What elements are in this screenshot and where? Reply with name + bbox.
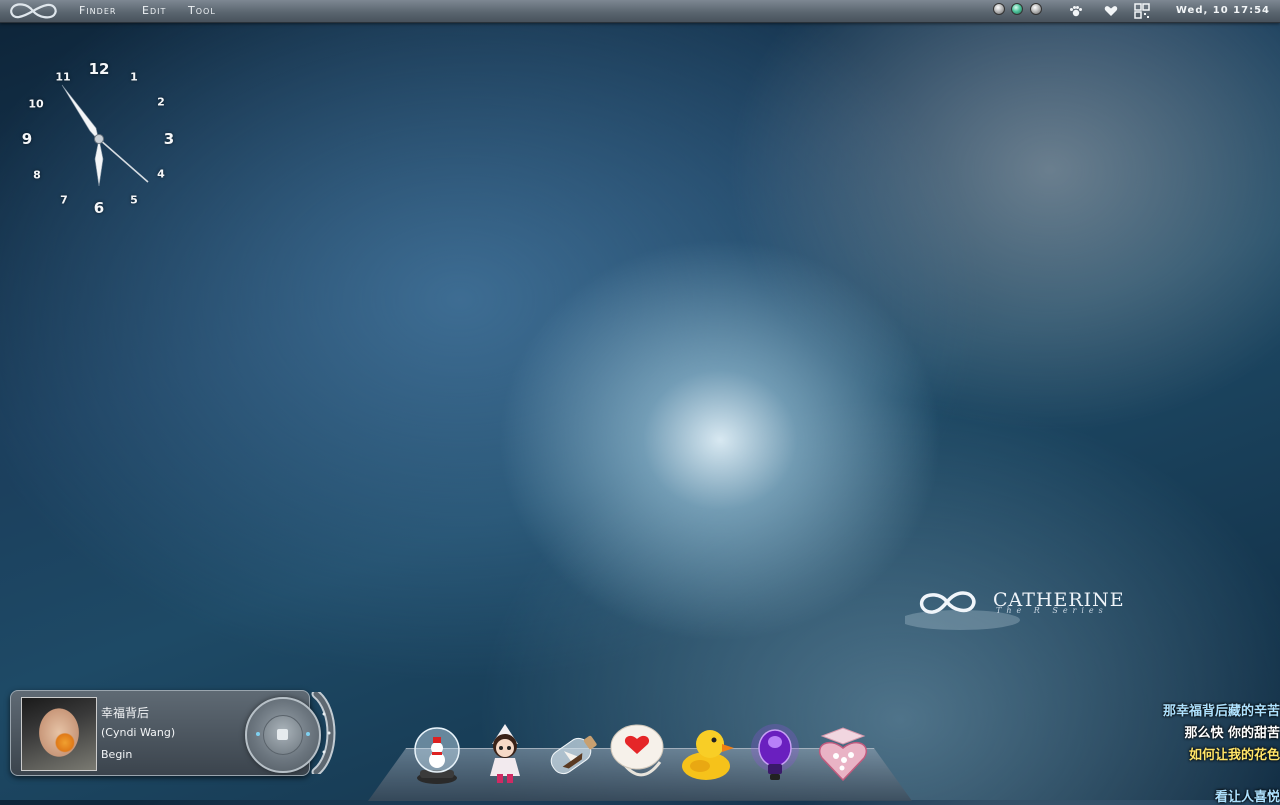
player-status: Begin (101, 748, 133, 761)
lyric-line: 如何让我的花色 (1188, 748, 1280, 763)
lyric-line: 看让人喜悦 (1214, 790, 1280, 805)
menu-bar: Finder Edit Tool Wed, 10 17:54 (0, 0, 1280, 23)
rubber-duck-icon[interactable] (676, 722, 734, 786)
doll-icon[interactable] (476, 722, 534, 786)
menu-datetime[interactable]: Wed, 10 17:54 (1176, 5, 1270, 16)
menu-edit[interactable]: Edit (142, 4, 166, 17)
infinity-logo-icon[interactable] (4, 1, 62, 21)
menu-tool[interactable]: Tool (188, 4, 216, 17)
status-dot-green-icon[interactable] (1011, 3, 1023, 15)
player-side-arc[interactable] (310, 692, 340, 774)
lyric-line: 那么快 你的甜苦 (1184, 726, 1280, 741)
song-title: 幸福背后 (101, 706, 150, 720)
analog-clock-widget[interactable]: 12 1 2 3 4 5 6 7 8 9 10 11 (10, 52, 190, 232)
heart-jewelry-box-icon[interactable] (814, 722, 872, 786)
dial-center[interactable] (263, 715, 303, 755)
status-dot-gray-icon[interactable] (993, 3, 1005, 15)
paw-icon[interactable] (1068, 3, 1084, 19)
status-dot-gray-icon[interactable] (1030, 3, 1042, 15)
heart-purse-icon[interactable] (608, 722, 666, 786)
brand-subtitle: The R Series (996, 606, 1108, 615)
stop-icon[interactable] (277, 729, 288, 740)
snow-globe-icon[interactable] (408, 722, 466, 786)
album-cover-image[interactable] (21, 697, 97, 771)
clock-hands (61, 84, 149, 187)
clock-second-hand (98, 138, 149, 183)
menu-finder[interactable]: Finder (79, 4, 116, 17)
ship-in-bottle-icon[interactable] (542, 722, 600, 786)
qr-grid-icon[interactable] (1134, 3, 1150, 19)
purple-lightbulb-icon[interactable] (746, 722, 804, 786)
clock-minute-hand (61, 84, 100, 143)
music-player-widget: 幸福背后 (Cyndi Wang) Begin (10, 690, 321, 776)
clock-hour-hand (94, 138, 104, 187)
heart-icon[interactable] (1103, 3, 1119, 19)
song-artist: (Cyndi Wang) (101, 726, 176, 739)
lyric-line: 那幸福背后藏的辛苦 (1162, 704, 1280, 719)
clock-center-pin (94, 134, 104, 144)
dial-indicator-left (256, 732, 260, 736)
